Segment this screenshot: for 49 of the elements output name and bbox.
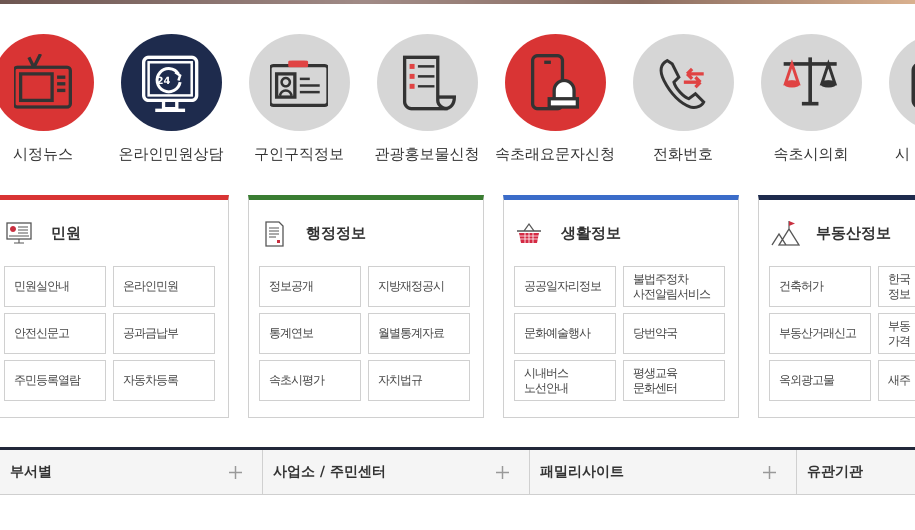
link-button[interactable]: 문화예술행사 <box>514 313 616 354</box>
dropdown-label: 부서별 <box>10 463 52 481</box>
dropdown-header[interactable]: 패밀리사이트 <box>530 450 797 494</box>
quick-link[interactable]: 구인구직정보 <box>254 145 344 164</box>
dropdown-label: 사업소 / 주민센터 <box>273 463 386 481</box>
link-button[interactable]: 온라인민원 <box>113 266 215 307</box>
link-button[interactable]: 새주 <box>878 360 915 401</box>
link-button[interactable]: 주민등록열람 <box>4 360 106 401</box>
plus-icon <box>229 466 242 478</box>
link-button[interactable]: 정보공개 <box>259 266 361 307</box>
dropdown-header[interactable]: 부서별 <box>0 450 263 494</box>
link-button[interactable]: 안전신문고 <box>4 313 106 354</box>
mountain-flag-icon <box>770 220 800 246</box>
quick-link[interactable]: 시 <box>895 145 910 164</box>
plus-icon <box>496 466 509 478</box>
link-button[interactable]: 공과금납부 <box>113 313 215 354</box>
link-button[interactable]: 시내버스 노선안내 <box>514 360 616 401</box>
dropdown-label: 패밀리사이트 <box>540 463 624 481</box>
quick-link[interactable]: 시정뉴스 <box>13 145 73 164</box>
quick-link[interactable]: 전화번호 <box>653 145 713 164</box>
link-button[interactable]: 지방재정공시 <box>368 266 470 307</box>
tv-icon <box>14 54 72 112</box>
link-button[interactable]: 한국 정보 <box>878 266 915 307</box>
dropdown-header[interactable]: 사업소 / 주민센터 <box>263 450 530 494</box>
link-button[interactable]: 건축허가 <box>769 266 871 307</box>
card-title: 행정정보 <box>306 224 366 242</box>
quick-link[interactable]: 온라인민원상담 <box>118 145 224 164</box>
plus-icon <box>763 466 776 478</box>
link-button[interactable]: 월별통계자료 <box>368 313 470 354</box>
link-button[interactable]: 옥외광고물 <box>769 360 871 401</box>
link-button[interactable]: 민원실안내 <box>4 266 106 307</box>
card-title: 부동산정보 <box>816 224 891 242</box>
card-title: 민원 <box>51 224 81 242</box>
dropdown-label: 유관기관 <box>807 463 863 481</box>
link-button[interactable]: 부동 가격 <box>878 313 915 354</box>
link-button[interactable]: 부동산거래신고 <box>769 313 871 354</box>
card-title: 생활정보 <box>561 224 621 242</box>
dropdown-header[interactable]: 유관기관 <box>797 450 915 494</box>
quick-link[interactable]: 관광홍보물신청 <box>374 145 480 164</box>
quick-link[interactable]: 속초래요문자신청 <box>495 145 615 164</box>
link-button[interactable]: 불법주정차 사전알림서비스 <box>623 266 725 307</box>
link-button[interactable]: 통계연보 <box>259 313 361 354</box>
link-button[interactable]: 공공일자리정보 <box>514 266 616 307</box>
quick-link[interactable]: 속초시의회 <box>774 145 848 164</box>
link-button[interactable]: 속초시평가 <box>259 360 361 401</box>
link-button[interactable]: 당번약국 <box>623 313 725 354</box>
link-button[interactable]: 평생교육 문화센터 <box>623 360 725 401</box>
link-button[interactable]: 자동차등록 <box>113 360 215 401</box>
link-button[interactable]: 자치법규 <box>368 360 470 401</box>
